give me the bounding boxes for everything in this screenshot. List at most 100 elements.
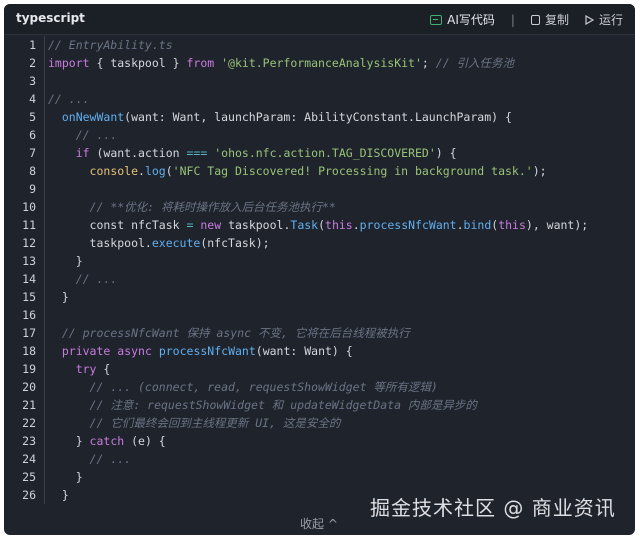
line-number: 13 bbox=[22, 254, 36, 268]
line-number: 1 bbox=[29, 38, 36, 52]
code-token: this bbox=[498, 218, 526, 232]
code-token: console bbox=[89, 164, 139, 178]
ai-write-label: AI写代码 bbox=[447, 13, 495, 27]
code-text: // EntryAbility.ts bbox=[48, 36, 173, 54]
code-text: // ... bbox=[48, 126, 118, 144]
code-token: async bbox=[117, 344, 152, 358]
copy-label: 复制 bbox=[544, 13, 569, 27]
code-token: { taskpool } bbox=[89, 56, 187, 70]
line-number: 22 bbox=[22, 416, 36, 430]
code-text: taskpool.execute(nfcTask); bbox=[48, 234, 270, 252]
code-line: 16 bbox=[4, 306, 635, 324]
code-token: // ... bbox=[75, 128, 118, 142]
line-number: 19 bbox=[22, 362, 36, 376]
code-line: 4 // ... bbox=[4, 90, 635, 108]
line-number: 4 bbox=[29, 92, 36, 106]
code-token: new bbox=[200, 218, 222, 232]
code-line: 13 } bbox=[4, 252, 635, 270]
ai-write-button[interactable]: AI写代码 bbox=[430, 11, 495, 28]
copy-button[interactable]: 复制 bbox=[530, 11, 569, 28]
code-line: 6 // ... bbox=[4, 126, 635, 144]
code-token: private bbox=[61, 344, 111, 358]
code-text: // ... bbox=[48, 450, 132, 468]
code-token: // ... (connect, read, requestShowWidget… bbox=[89, 380, 438, 394]
line-number: 11 bbox=[22, 218, 36, 232]
code-token: '@kit.PerformanceAnalysisKit' bbox=[221, 56, 422, 70]
code-token: (want: Want) { bbox=[255, 344, 353, 358]
code-text: // 它们最终会回到主线程更新 UI, 这是安全的 bbox=[48, 414, 341, 432]
code-token: onNewWant bbox=[61, 110, 125, 124]
code-token: } bbox=[48, 470, 83, 484]
code-token: log bbox=[144, 164, 166, 178]
play-icon bbox=[585, 14, 594, 25]
code-token: try bbox=[75, 362, 97, 376]
code-text: // ... (connect, read, requestShowWidget… bbox=[48, 378, 438, 396]
code-line: 20 // ... (connect, read, requestShowWid… bbox=[4, 378, 635, 396]
copy-icon bbox=[530, 14, 540, 25]
run-label: 运行 bbox=[598, 13, 623, 27]
code-token: this bbox=[325, 218, 353, 232]
code-line: 25 } bbox=[4, 468, 635, 486]
code-line: 23 } catch (e) { bbox=[4, 432, 635, 450]
code-token: ( bbox=[318, 218, 326, 232]
line-number: 7 bbox=[29, 146, 36, 160]
line-number: 25 bbox=[22, 470, 36, 484]
code-text: // ... bbox=[48, 270, 118, 288]
line-number: 9 bbox=[29, 182, 36, 196]
code-token: ) { bbox=[435, 146, 457, 160]
code-token: { bbox=[96, 362, 111, 376]
code-token: // **优化: 将耗时操作放入后台任务池执行** bbox=[89, 200, 336, 214]
code-line: 3 bbox=[4, 72, 635, 90]
code-token: ; bbox=[421, 56, 436, 70]
code-line: 5 onNewWant(want: Want, launchParam: Abi… bbox=[4, 108, 635, 126]
code-line: 21 // 注意: requestShowWidget 和 updateWidg… bbox=[4, 396, 635, 414]
code-line: 9 bbox=[4, 180, 635, 198]
code-token: . bbox=[138, 164, 145, 178]
code-line: 11 const nfcTask = new taskpool.Task(thi… bbox=[4, 216, 635, 234]
line-number: 16 bbox=[22, 308, 36, 322]
code-text: try { bbox=[48, 360, 111, 378]
code-text: } bbox=[48, 288, 69, 306]
code-token: bind bbox=[463, 218, 492, 232]
line-number: 23 bbox=[22, 434, 36, 448]
code-line: 15 } bbox=[4, 288, 635, 306]
code-block: typescript AI写代码 | 复制 运行 1 // EntryAbilit… bbox=[4, 4, 635, 535]
code-text: console.log('NFC Tag Discovered! Process… bbox=[48, 162, 547, 180]
code-token: . bbox=[352, 218, 360, 232]
code-header: typescript AI写代码 | 复制 运行 bbox=[4, 4, 635, 35]
code-token: processNfcWant bbox=[158, 344, 256, 358]
line-number: 26 bbox=[22, 488, 36, 502]
code-text: import { taskpool } from '@kit.Performan… bbox=[48, 54, 514, 72]
code-text: if (want.action === 'ohos.nfc.action.TAG… bbox=[48, 144, 457, 162]
line-number: 15 bbox=[22, 290, 36, 304]
code-token: ); bbox=[532, 164, 547, 178]
line-number: 12 bbox=[22, 236, 36, 250]
code-text: onNewWant(want: Want, launchParam: Abili… bbox=[48, 108, 512, 126]
line-number: 20 bbox=[22, 380, 36, 394]
code-token: // ... bbox=[89, 452, 132, 466]
code-token: // ... bbox=[75, 272, 118, 286]
run-button[interactable]: 运行 bbox=[585, 11, 623, 28]
collapse-button[interactable]: 收起 ^ bbox=[300, 515, 338, 532]
code-toolbar: AI写代码 | 复制 运行 bbox=[430, 11, 623, 28]
code-text: // ... bbox=[48, 90, 90, 108]
code-token: } bbox=[48, 254, 83, 268]
code-text: // 注意: requestShowWidget 和 updateWidgetD… bbox=[48, 396, 477, 414]
code-line: 8 console.log('NFC Tag Discovered! Proce… bbox=[4, 162, 635, 180]
code-line: 18 private async processNfcWant(want: Wa… bbox=[4, 342, 635, 360]
code-line: 17 // processNfcWant 保持 async 不变, 它将在后台线… bbox=[4, 324, 635, 342]
line-number: 14 bbox=[22, 272, 36, 286]
code-token: taskpool. bbox=[221, 218, 291, 232]
code-token: processNfcWant bbox=[359, 218, 457, 232]
toolbar-divider: | bbox=[510, 12, 515, 27]
language-label: typescript bbox=[16, 11, 85, 25]
code-token: . bbox=[456, 218, 464, 232]
